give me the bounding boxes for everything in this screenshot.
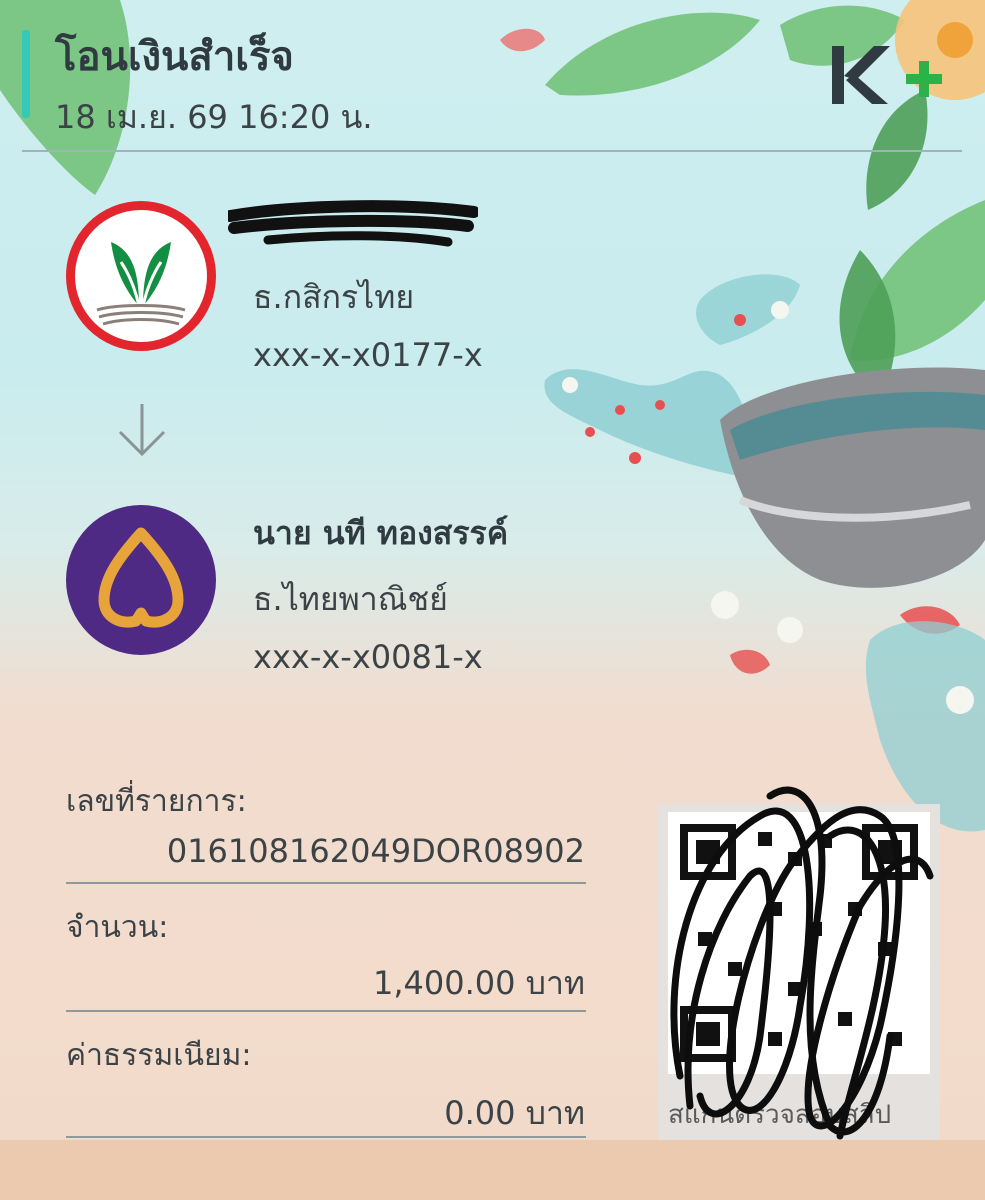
kplus-logo-icon bbox=[832, 46, 942, 104]
kbank-logo-icon bbox=[66, 201, 216, 351]
reference-label: เลขที่รายการ: bbox=[66, 784, 247, 819]
header-divider bbox=[22, 150, 962, 152]
receiver-bank: ธ.ไทยพาณิชย์ bbox=[253, 580, 448, 618]
fee-value: 0.00 บาท bbox=[444, 1094, 585, 1132]
scb-logo-icon bbox=[66, 505, 216, 655]
fee-label: ค่าธรรมเนียม: bbox=[66, 1038, 252, 1073]
sender-bank: ธ.กสิกรไทย bbox=[253, 278, 415, 316]
amount-divider bbox=[66, 1010, 586, 1012]
reference-divider bbox=[66, 882, 586, 884]
page-title: โอนเงินสำเร็จ bbox=[55, 34, 294, 80]
transaction-datetime: 18 เม.ย. 69 16:20 น. bbox=[55, 98, 373, 136]
sender-account: xxx-x-x0177-x bbox=[253, 336, 483, 374]
amount-value: 1,400.00 บาท bbox=[372, 964, 585, 1002]
receiver-account: xxx-x-x0081-x bbox=[253, 638, 483, 676]
amount-label: จำนวน: bbox=[66, 910, 169, 945]
reference-value: 016108162049DOR08902 bbox=[166, 832, 585, 870]
qr-scribble-redaction bbox=[670, 786, 934, 1140]
accent-bar bbox=[22, 30, 30, 118]
fee-divider bbox=[66, 1136, 586, 1138]
transfer-slip: โอนเงินสำเร็จ 18 เม.ย. 69 16:20 น. ธ.กสิ… bbox=[0, 0, 985, 1200]
receiver-name: นาย นที ทองสรรค์ bbox=[253, 514, 509, 552]
sender-name-redacted bbox=[228, 200, 478, 247]
arrow-down-icon bbox=[118, 404, 166, 457]
